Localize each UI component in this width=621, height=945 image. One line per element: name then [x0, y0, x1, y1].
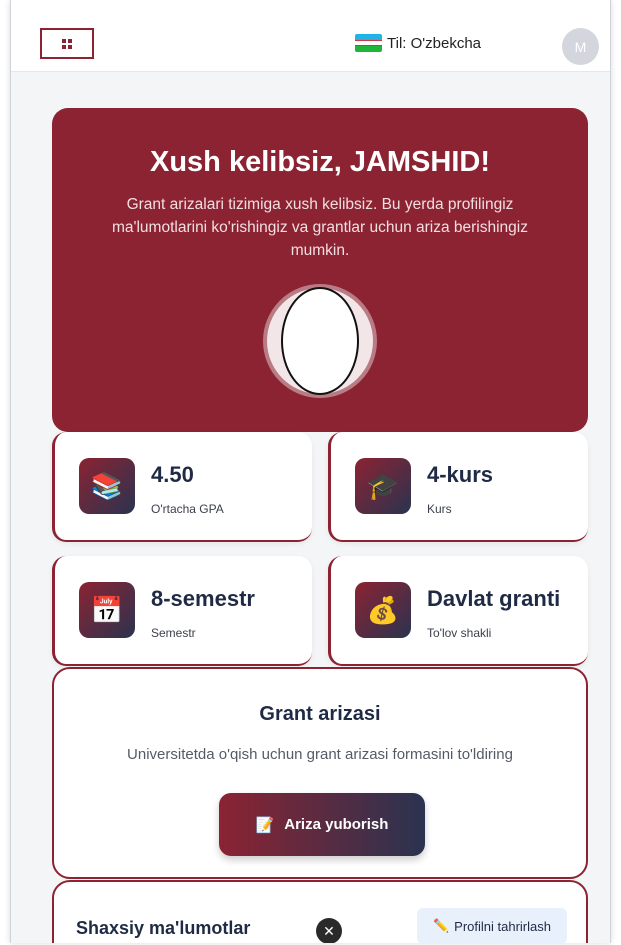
- stat-value: 8-semestr: [151, 586, 255, 611]
- welcome-banner: Xush kelibsiz, JAMSHID! Grant arizalari …: [52, 108, 588, 432]
- stat-card-semester: 📅 8-semestr Semestr: [52, 556, 312, 666]
- stat-label: To'lov shakli: [427, 626, 492, 640]
- welcome-subtitle: Grant arizalari tizimiga xush kelibsiz. …: [112, 196, 528, 259]
- stat-label: Kurs: [427, 502, 452, 516]
- edit-profile-button[interactable]: ✏️ Profilni tahrirlash: [417, 908, 567, 943]
- stat-card-gpa: 📚 4.50 O'rtacha GPA: [52, 432, 312, 542]
- personal-info-title: Shaxsiy ma'lumotlar: [76, 918, 251, 938]
- pencil-icon: ✏️: [432, 918, 450, 933]
- stat-label: Semestr: [151, 626, 196, 640]
- close-icon[interactable]: ✕: [316, 918, 342, 943]
- grant-application-card: Grant arizasi Universitetda o'qish uchun…: [52, 667, 588, 879]
- submit-application-button[interactable]: 📝 Ariza yuborish: [219, 793, 425, 856]
- money-bag-icon: 💰: [355, 582, 411, 638]
- uzbekistan-flag-icon: [355, 34, 382, 52]
- stat-value: 4.50: [151, 462, 194, 487]
- language-selector[interactable]: Til: O'zbekcha: [355, 34, 481, 52]
- profile-photo: [263, 284, 377, 398]
- edit-profile-label: Profilni tahrirlash: [454, 918, 551, 934]
- graduation-cap-icon: 🎓: [355, 458, 411, 514]
- top-bar: Til: O'zbekcha M: [11, 0, 610, 72]
- grant-title: Grant arizasi: [259, 703, 381, 725]
- books-icon: 📚: [79, 458, 135, 514]
- profile-photo-redacted: [281, 287, 359, 395]
- stat-label: O'rtacha GPA: [151, 502, 224, 516]
- user-avatar[interactable]: M: [562, 28, 599, 65]
- menu-button[interactable]: [40, 28, 94, 59]
- grid-menu-icon: [62, 38, 72, 49]
- calendar-icon: 📅: [79, 582, 135, 638]
- stat-value: Davlat granti: [427, 586, 561, 611]
- submit-application-label: Ariza yuborish: [284, 816, 389, 833]
- stat-card-course: 🎓 4-kurs Kurs: [328, 432, 588, 542]
- memo-icon: 📝: [255, 816, 275, 834]
- personal-info-card: Shaxsiy ma'lumotlar ✕ ✏️ Profilni tahrir…: [52, 880, 588, 943]
- app-frame: Til: O'zbekcha M Xush kelibsiz, JAMSHID!…: [10, 0, 611, 943]
- stat-value: 4-kurs: [427, 462, 494, 487]
- grant-description: Universitetda o'qish uchun grant arizasi…: [127, 746, 513, 763]
- stat-card-payment: 💰 Davlat granti To'lov shakli: [328, 556, 588, 666]
- welcome-title: Xush kelibsiz, JAMSHID!: [149, 146, 490, 178]
- language-label: Til: O'zbekcha: [387, 34, 482, 52]
